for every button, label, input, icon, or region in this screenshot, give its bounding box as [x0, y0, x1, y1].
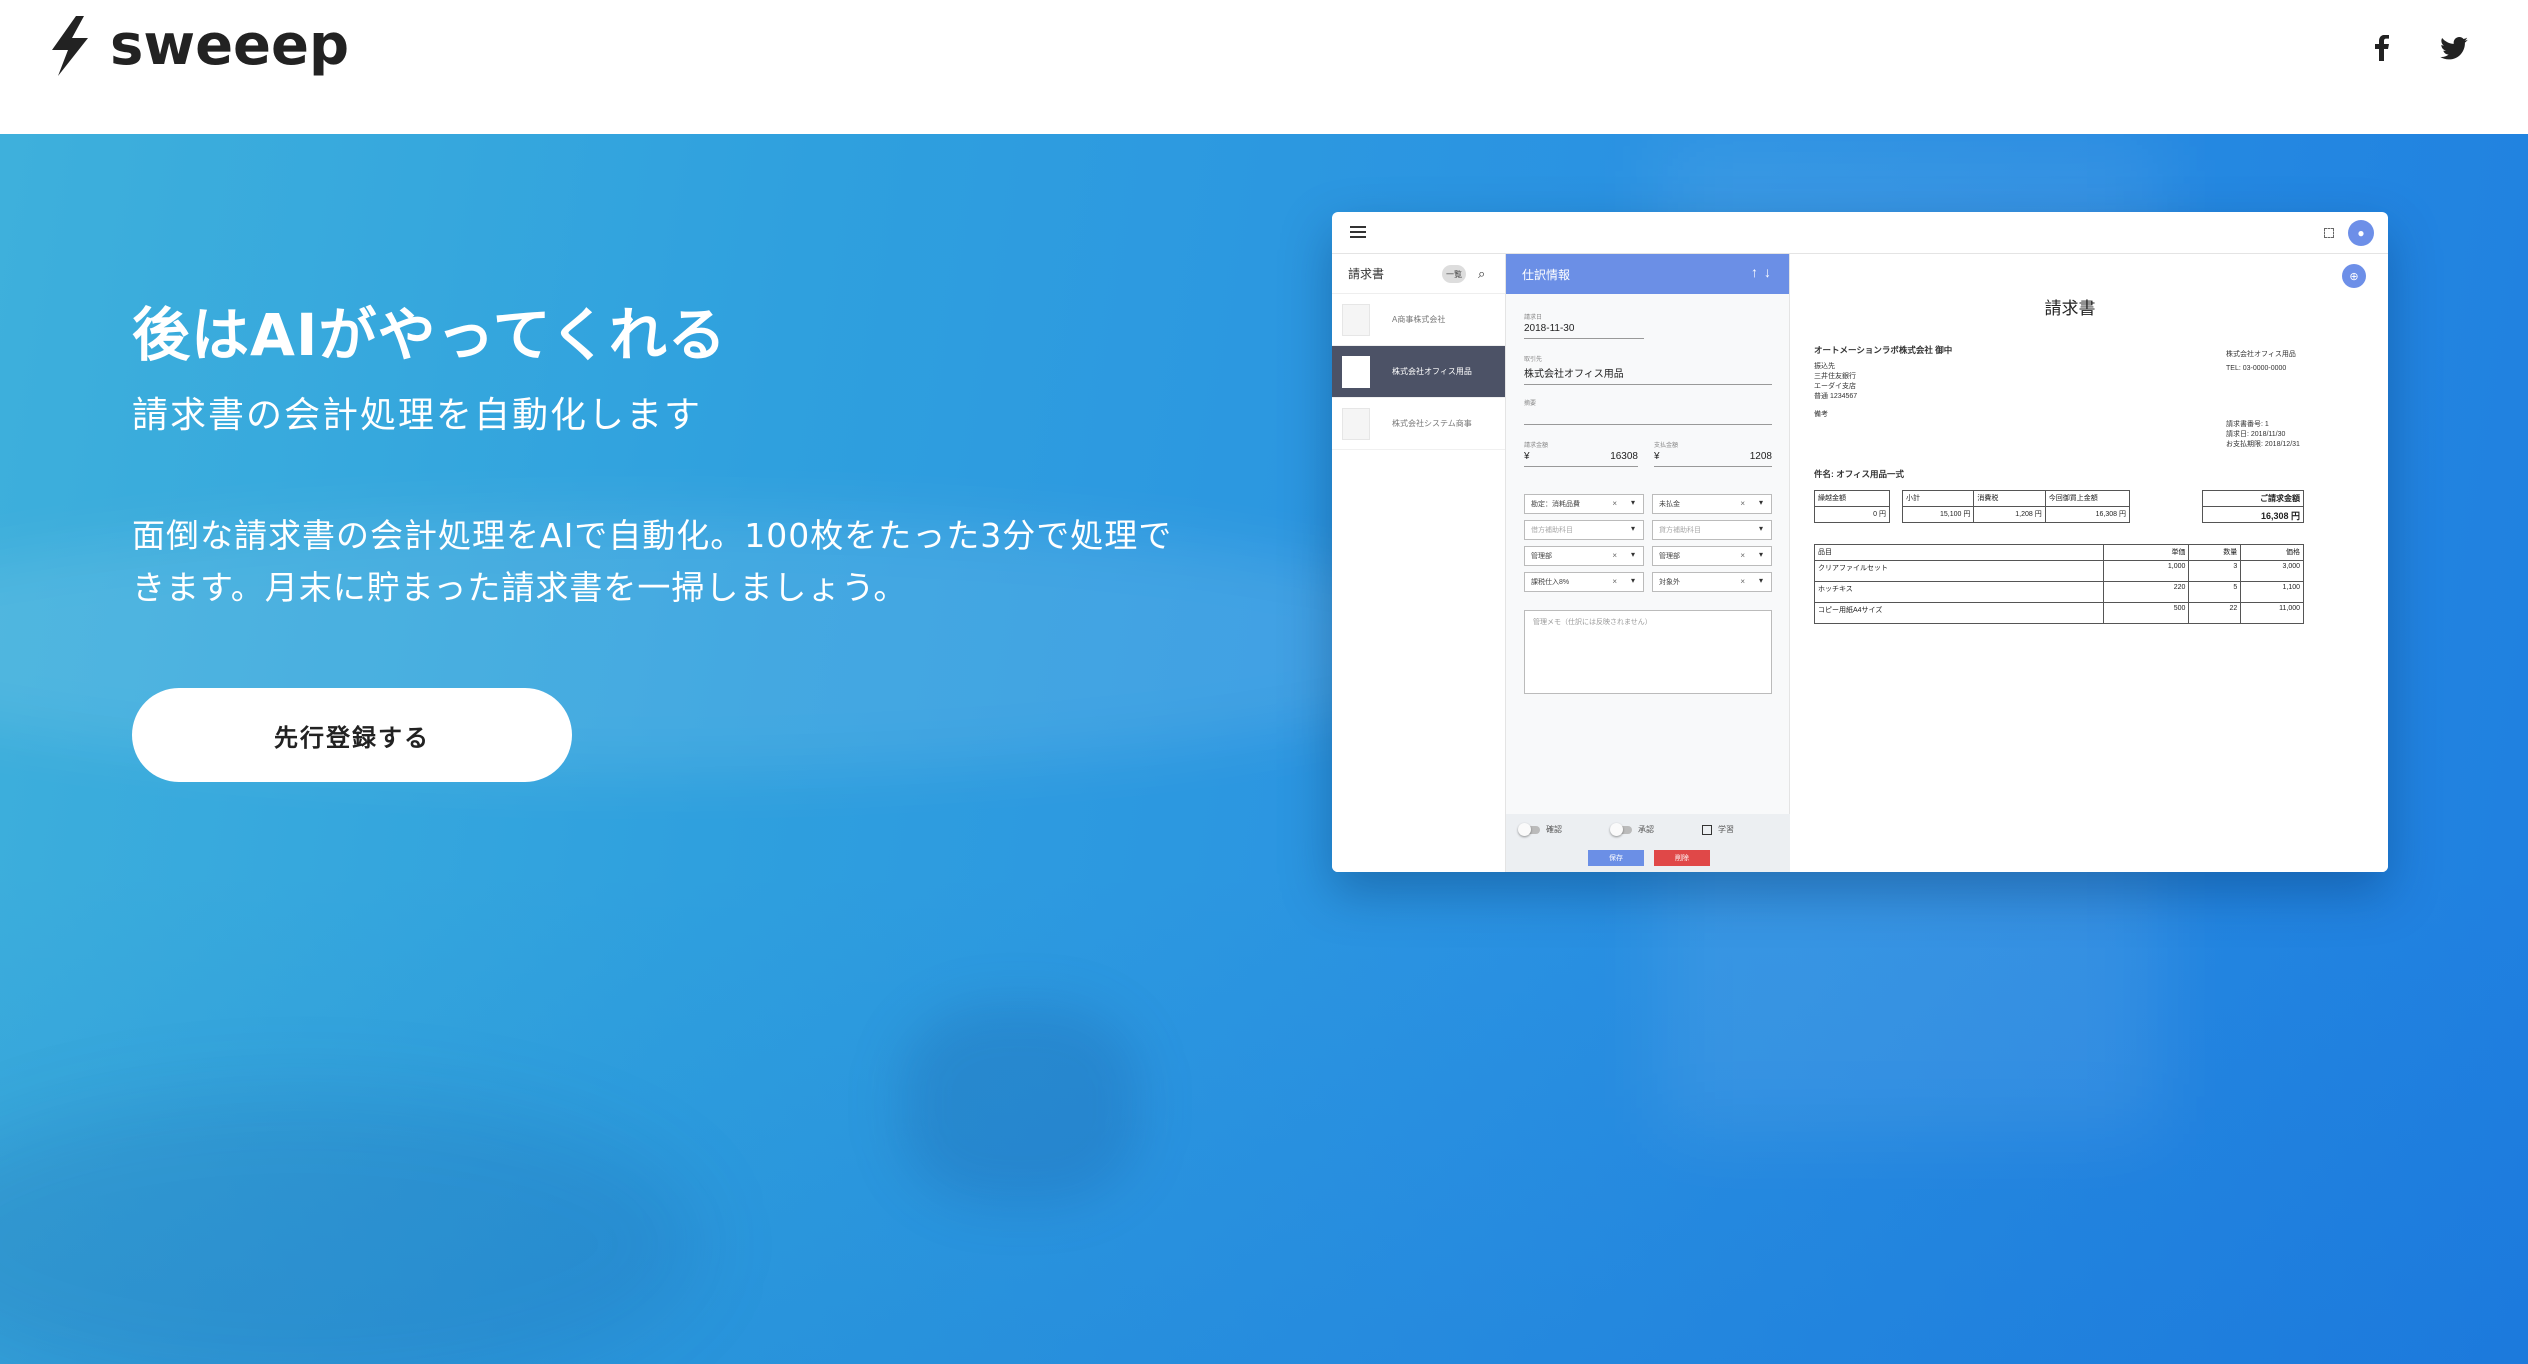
hero-subtitle: 請求書の会計処理を自動化します [132, 395, 703, 436]
total-box: ご請求金額 16,308 円 [2202, 490, 2304, 523]
credit-tax-select[interactable]: 対象外 × ▾ [1652, 572, 1772, 592]
bank-line: 三井住友銀行 [1814, 373, 1856, 380]
list-item[interactable]: 株式会社システム商事 [1332, 398, 1505, 450]
site-header: sweeep [0, 0, 2528, 134]
invoice-title: 請求書 [2044, 299, 2096, 318]
invoice-number: 請求書番号: 1 [2226, 421, 2269, 428]
invoice-list-panel: 請求書 一覧 ⌕ A商事株式会社 株式会社オフィス用品 株式会社システム商事 [1332, 254, 1506, 872]
bank-line: エーダイ支店 [1814, 383, 1856, 390]
brand-name: sweeep [110, 13, 350, 78]
brand-logo[interactable]: sweeep [44, 14, 349, 78]
table-row: クリアファイルセット 1,000 3 3,000 [1815, 561, 2303, 582]
invoice-thumbnail [1342, 408, 1370, 440]
credit-department-select[interactable]: 管理部 × ▾ [1652, 546, 1772, 566]
form-title: 仕訳情報 [1522, 267, 1571, 282]
invoice-preview: ⊕ 請求書 オートメーションラボ株式会社 御中 株式会社オフィス用品 TEL: … [1790, 254, 2388, 872]
twitter-icon[interactable] [2434, 28, 2474, 68]
list-header: 請求書 一覧 ⌕ [1332, 254, 1505, 294]
fullscreen-icon[interactable] [2324, 228, 2334, 238]
hamburger-menu-icon[interactable] [1350, 226, 1366, 238]
amount-field[interactable]: 請求金額 ¥16308 [1524, 440, 1638, 467]
credit-sub-account-select[interactable]: 貸方補助科目 ▾ [1652, 520, 1772, 540]
invoice-subject: 件名: オフィス用品一式 [1814, 469, 1905, 479]
invoice-date: 請求日: 2018/11/30 [2226, 431, 2286, 438]
search-icon[interactable]: ⌕ [1478, 266, 1485, 282]
facebook-icon[interactable] [2362, 28, 2402, 68]
invoice-tel: TEL: 03-0000-0000 [2226, 365, 2287, 372]
carryover-box: 繰越金額 0 円 [1814, 490, 1890, 523]
list-view-chip[interactable]: 一覧 [1442, 265, 1466, 283]
table-row: コピー用紙A4サイズ 500 22 11,000 [1815, 603, 2303, 623]
form-header: 仕訳情報 ↑↓ [1506, 254, 1789, 294]
list-title: 請求書 [1348, 267, 1385, 281]
list-item[interactable]: A商事株式会社 [1332, 294, 1505, 346]
lightning-bolt-icon [52, 16, 88, 76]
journal-form-panel: 仕訳情報 ↑↓ 請求日 2018-11-30 取引先 株式会社オフィス用品 摘要… [1506, 254, 1790, 872]
pre-register-button[interactable]: 先行登録する [132, 688, 572, 782]
invoice-recipient: オートメーションラボ株式会社 御中 [1814, 345, 1953, 355]
zoom-icon[interactable]: ⊕ [2342, 264, 2366, 288]
summary-field[interactable]: 摘要 [1524, 398, 1772, 425]
hero-title: 後はAIがやってくれる [132, 301, 727, 369]
table-header-row: 品目 単価 数量 価格 [1815, 545, 2303, 561]
note-label: 備考 [1814, 411, 1828, 418]
credit-account-select[interactable]: 未払金 × ▾ [1652, 494, 1772, 514]
approve-toggle[interactable]: 承認 [1610, 822, 1654, 836]
confirm-toggle[interactable]: 確認 [1518, 822, 1562, 836]
vendor-field[interactable]: 取引先 株式会社オフィス用品 [1524, 354, 1772, 385]
summary-table: 小計 消費税 今回御買上金額 15,100 円 1,208 円 16,308 円 [1902, 490, 2130, 523]
debit-sub-account-select[interactable]: 借方補助科目 ▾ [1524, 520, 1644, 540]
bank-line: 振込先 [1814, 363, 1835, 370]
invoice-issuer: 株式会社オフィス用品 [2226, 351, 2296, 358]
debit-department-select[interactable]: 管理部 × ▾ [1524, 546, 1644, 566]
invoice-due-date: お支払期限: 2018/12/31 [2226, 441, 2300, 448]
debit-account-select[interactable]: 勘定：消耗品費 × ▾ [1524, 494, 1644, 514]
delete-button[interactable]: 削除 [1654, 850, 1710, 866]
bank-line: 普通 1234567 [1814, 393, 1858, 400]
memo-textarea[interactable]: 管理メモ（仕訳には反映されません） [1524, 610, 1772, 694]
learn-checkbox[interactable]: 学習 [1702, 824, 1734, 835]
user-avatar-icon[interactable]: ● [2348, 220, 2374, 246]
list-item-selected[interactable]: 株式会社オフィス用品 [1332, 346, 1505, 398]
app-screenshot: ● 請求書 一覧 ⌕ A商事株式会社 株式会社オフィス用品 株式会社システム商事… [1332, 212, 2388, 872]
invoice-thumbnail [1342, 356, 1370, 388]
invoice-thumbnail [1342, 304, 1370, 336]
date-field[interactable]: 請求日 2018-11-30 [1524, 312, 1644, 339]
items-table: 品目 単価 数量 価格 クリアファイルセット 1,000 3 3,000 ホッチ… [1814, 544, 2304, 624]
debit-tax-select[interactable]: 課税仕入8% × ▾ [1524, 572, 1644, 592]
save-button[interactable]: 保存 [1588, 850, 1644, 866]
form-footer: 確認 承認 学習 保存 削除 [1506, 814, 1790, 872]
payment-amount-field[interactable]: 支払金額 ¥1208 [1654, 440, 1772, 467]
hero-description: 面倒な請求書の会計処理をAIで自動化。100枚をたった3分で処理できます。月末に… [132, 516, 1173, 607]
app-topbar: ● [1332, 212, 2388, 254]
navigate-arrows-icon[interactable]: ↑↓ [1751, 264, 1777, 280]
table-row: ホッチキス 220 5 1,100 [1815, 582, 2303, 603]
